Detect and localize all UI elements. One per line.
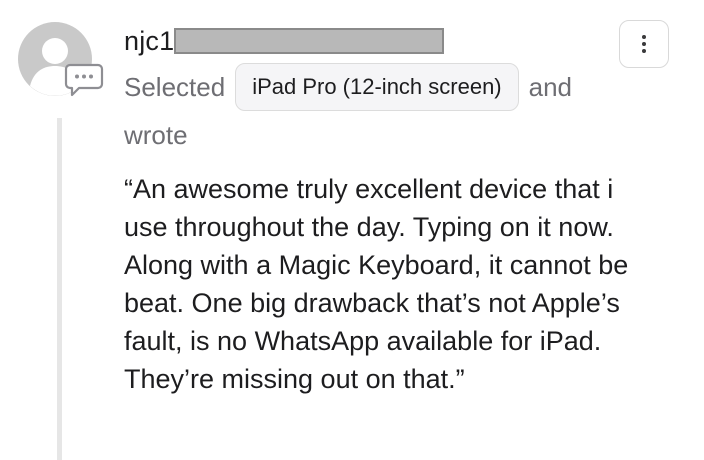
review-line: fault, is no WhatsApp available for iPad… — [124, 326, 602, 356]
vertical-ellipsis-icon — [642, 35, 646, 53]
review-line: beat. One big drawback that’s not Apple’… — [124, 288, 620, 318]
speech-bubble-icon — [64, 62, 104, 98]
review-line: Along with a Magic Keyboard, it cannot b… — [124, 250, 629, 280]
review-line: “An awesome truly excellent device that … — [124, 174, 614, 204]
username[interactable]: njc1 — [124, 26, 174, 57]
review-body: “An awesome truly excellent device that … — [124, 170, 684, 398]
community-post: njc1 Selected iPad Pro (12-inch screen) … — [0, 0, 704, 460]
and-label: and — [528, 71, 573, 102]
selected-label: Selected — [124, 71, 226, 102]
author-row: njc1 — [124, 22, 445, 60]
product-tag[interactable]: iPad Pro (12-inch screen) — [235, 63, 519, 111]
review-line: use throughout the day. Typing on it now… — [124, 212, 614, 242]
wrote-label: wrote — [124, 120, 188, 150]
post-meta: Selected iPad Pro (12-inch screen) and — [124, 62, 572, 112]
review-line: They’re missing out on that.” — [124, 364, 465, 394]
more-options-button[interactable] — [619, 20, 669, 68]
thread-line — [57, 118, 62, 460]
username-redaction — [174, 28, 445, 54]
